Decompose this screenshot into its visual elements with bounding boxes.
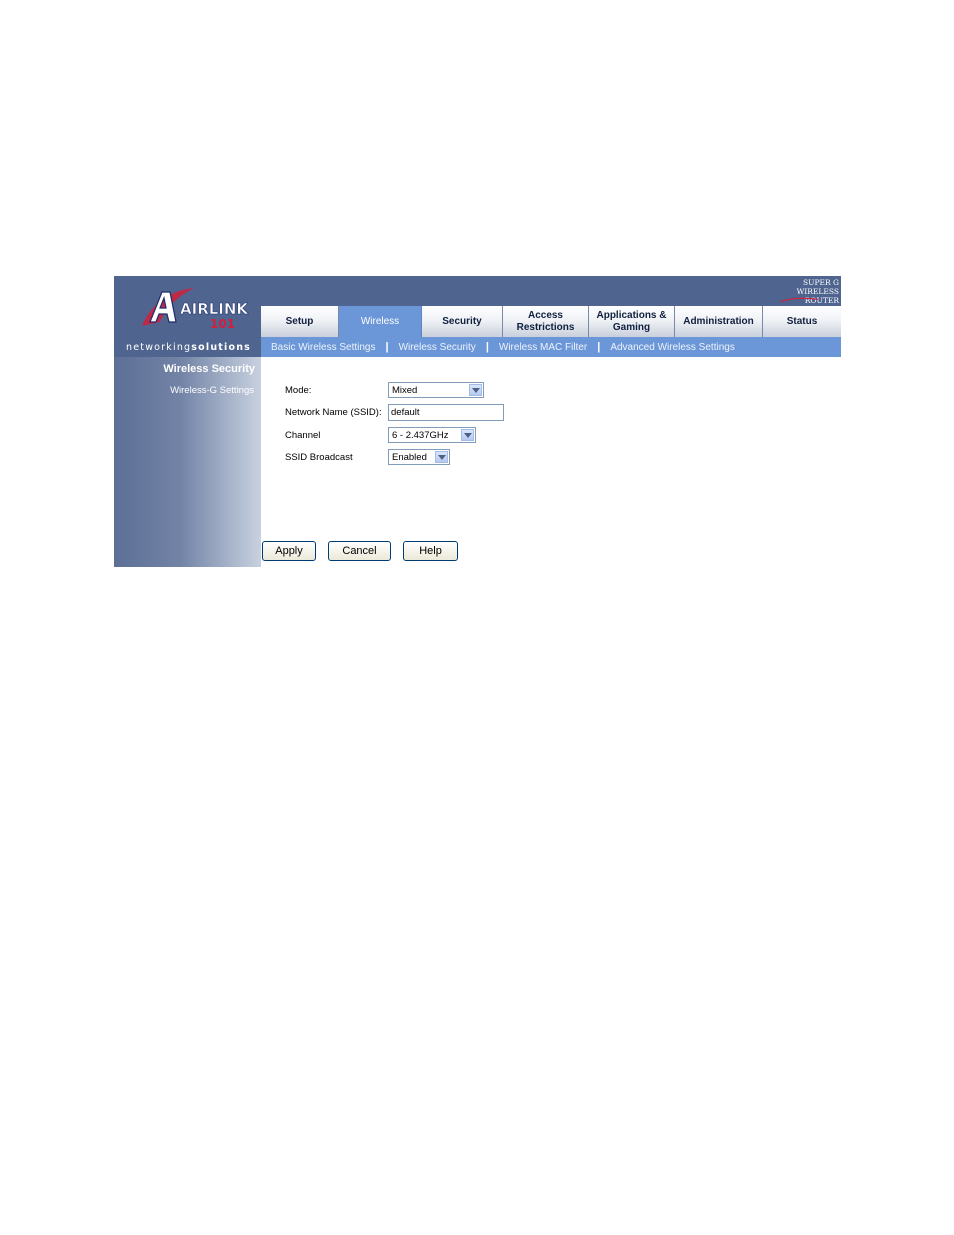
subnav-separator: |: [385, 341, 389, 353]
header-bar: AIRLINK 101 networkingsolutions SUPER G …: [114, 276, 841, 357]
ssid-label: Network Name (SSID):: [285, 407, 382, 418]
subnav-wireless-mac-filter[interactable]: Wireless MAC Filter: [499, 342, 587, 353]
settings-form: Mode: Mixed Network Name (SSID): default…: [261, 357, 841, 567]
ssid-input[interactable]: default: [388, 404, 504, 421]
cancel-button[interactable]: Cancel: [328, 541, 391, 561]
tab-status[interactable]: Status: [763, 306, 841, 337]
mode-select[interactable]: Mixed: [388, 382, 484, 398]
tab-administration[interactable]: Administration: [675, 306, 763, 337]
channel-label: Channel: [285, 430, 321, 441]
tab-label: Status: [786, 315, 818, 327]
ssid-broadcast-select[interactable]: Enabled: [388, 449, 450, 465]
tab-label: Setup: [285, 315, 314, 327]
tab-setup[interactable]: Setup: [261, 306, 339, 337]
swoosh-icon: [779, 297, 818, 303]
section-subtitle: Wireless-G Settings: [170, 385, 254, 396]
help-button[interactable]: Help: [403, 541, 458, 561]
sub-navigation: Basic Wireless Settings | Wireless Secur…: [261, 337, 841, 357]
tab-access-restrictions[interactable]: Access Restrictions: [503, 306, 589, 337]
tagline-bold: solutions: [191, 342, 252, 353]
subnav-separator: |: [597, 341, 601, 353]
tab-label: Administration: [683, 315, 754, 327]
tab-security[interactable]: Security: [422, 306, 503, 337]
channel-select[interactable]: 6 - 2.437GHz: [388, 427, 476, 443]
logo-wordmark: AIRLINK: [180, 300, 249, 318]
dropdown-arrow-icon: [469, 384, 482, 396]
tab-applications-gaming[interactable]: Applications & Gaming: [589, 306, 675, 337]
dropdown-arrow-icon: [461, 429, 474, 441]
badge-line1: SUPER G: [802, 278, 839, 287]
product-badge: SUPER G WIRELESS ROUTER: [769, 278, 839, 306]
dropdown-arrow-icon: [435, 451, 448, 463]
subnav-wireless-security[interactable]: Wireless Security: [399, 342, 476, 353]
subnav-advanced-wireless-settings[interactable]: Advanced Wireless Settings: [610, 342, 735, 353]
main-tabs: Setup Wireless Security Access Restricti…: [261, 306, 841, 337]
brand-block: AIRLINK 101 networkingsolutions: [114, 276, 261, 357]
section-title: Wireless Security: [163, 363, 255, 375]
channel-value: 6 - 2.437GHz: [392, 429, 449, 441]
mode-label: Mode:: [285, 385, 312, 396]
sidebar: Wireless Security Wireless-G Settings: [114, 357, 261, 567]
tab-label: Applications & Gaming: [596, 309, 667, 333]
logo-number: 101: [210, 317, 235, 331]
ssid-broadcast-label: SSID Broadcast: [285, 452, 353, 463]
apply-button[interactable]: Apply: [262, 541, 316, 561]
subnav-basic-wireless-settings[interactable]: Basic Wireless Settings: [271, 342, 375, 353]
mode-value: Mixed: [392, 384, 418, 396]
ssid-broadcast-value: Enabled: [392, 451, 427, 463]
tagline: networkingsolutions: [126, 342, 251, 353]
tab-wireless[interactable]: Wireless: [339, 306, 422, 337]
airlink-logo: AIRLINK 101: [142, 288, 250, 331]
tab-label: Access Restrictions: [516, 309, 575, 333]
tab-label: Wireless: [360, 315, 400, 327]
subnav-separator: |: [485, 341, 489, 353]
router-admin-page: AIRLINK 101 networkingsolutions SUPER G …: [114, 276, 841, 567]
tab-label: Security: [442, 315, 482, 327]
tagline-regular: networking: [126, 342, 192, 353]
